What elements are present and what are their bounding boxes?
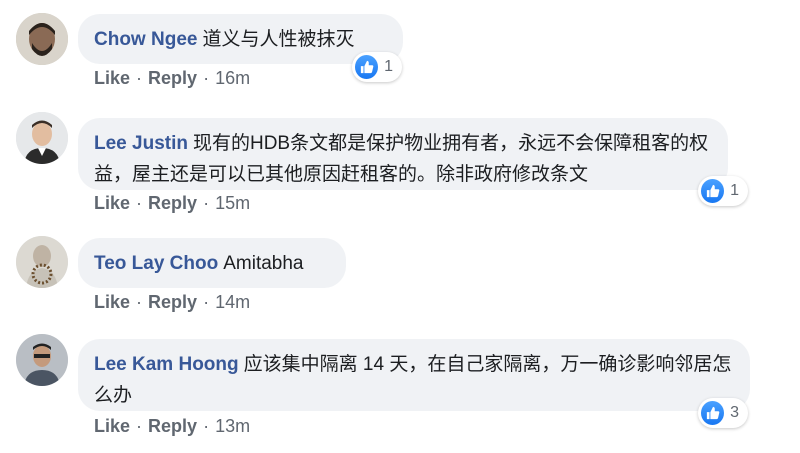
like-button[interactable]: Like — [94, 292, 130, 312]
timestamp[interactable]: 15m — [215, 193, 250, 213]
reaction-count[interactable]: 1 — [352, 52, 402, 82]
separator: · — [203, 68, 210, 88]
reaction-number: 3 — [730, 404, 739, 421]
comment-bubble: Chow Ngee 道义与人性被抹灭 — [78, 14, 403, 64]
comment-author[interactable]: Lee Justin — [94, 133, 188, 154]
separator: · — [136, 292, 143, 312]
reply-button[interactable]: Reply — [148, 416, 197, 436]
timestamp[interactable]: 14m — [215, 292, 250, 312]
comment-text: Amitabha — [223, 253, 304, 274]
reaction-number: 1 — [730, 182, 739, 199]
comment-bubble: Teo Lay Choo Amitabha — [78, 238, 346, 288]
timestamp[interactable]: 16m — [215, 68, 250, 88]
separator: · — [136, 416, 143, 436]
timestamp[interactable]: 13m — [215, 416, 250, 436]
avatar[interactable] — [16, 112, 68, 164]
comment-author[interactable]: Lee Kam Hoong — [94, 354, 239, 375]
like-icon — [701, 401, 725, 425]
separator: · — [136, 193, 143, 213]
reaction-count[interactable]: 1 — [698, 176, 748, 206]
avatar-image — [16, 334, 68, 386]
comment-bubble: Lee Kam Hoong 应该集中隔离 14 天，在自己家隔离，万一确诊影响邻居… — [78, 339, 750, 411]
comment-text: 道义与人性被抹灭 — [202, 29, 355, 50]
separator: · — [136, 68, 143, 88]
comment-author[interactable]: Chow Ngee — [94, 29, 197, 50]
comment-author[interactable]: Teo Lay Choo — [94, 253, 218, 274]
reaction-number: 1 — [384, 58, 393, 75]
separator: · — [203, 416, 210, 436]
reaction-count[interactable]: 3 — [698, 398, 748, 428]
avatar-image — [16, 13, 68, 65]
avatar[interactable] — [16, 13, 68, 65]
comment-actions: Like · Reply · 14m — [94, 292, 250, 313]
like-button[interactable]: Like — [94, 68, 130, 88]
avatar[interactable] — [16, 334, 68, 386]
separator: · — [203, 292, 210, 312]
comment-actions: Like · Reply · 16m — [94, 68, 250, 89]
reply-button[interactable]: Reply — [148, 292, 197, 312]
like-icon — [701, 179, 725, 203]
avatar-image — [16, 236, 68, 288]
like-button[interactable]: Like — [94, 416, 130, 436]
separator: · — [203, 193, 210, 213]
comment-actions: Like · Reply · 15m — [94, 193, 250, 214]
like-icon — [355, 55, 379, 79]
comment-actions: Like · Reply · 13m — [94, 416, 250, 437]
reply-button[interactable]: Reply — [148, 193, 197, 213]
reply-button[interactable]: Reply — [148, 68, 197, 88]
comment-bubble: Lee Justin 现有的HDB条文都是保护物业拥有者，永远不会保障租客的权益，… — [78, 118, 728, 190]
avatar[interactable] — [16, 236, 68, 288]
like-button[interactable]: Like — [94, 193, 130, 213]
avatar-image — [16, 112, 68, 164]
